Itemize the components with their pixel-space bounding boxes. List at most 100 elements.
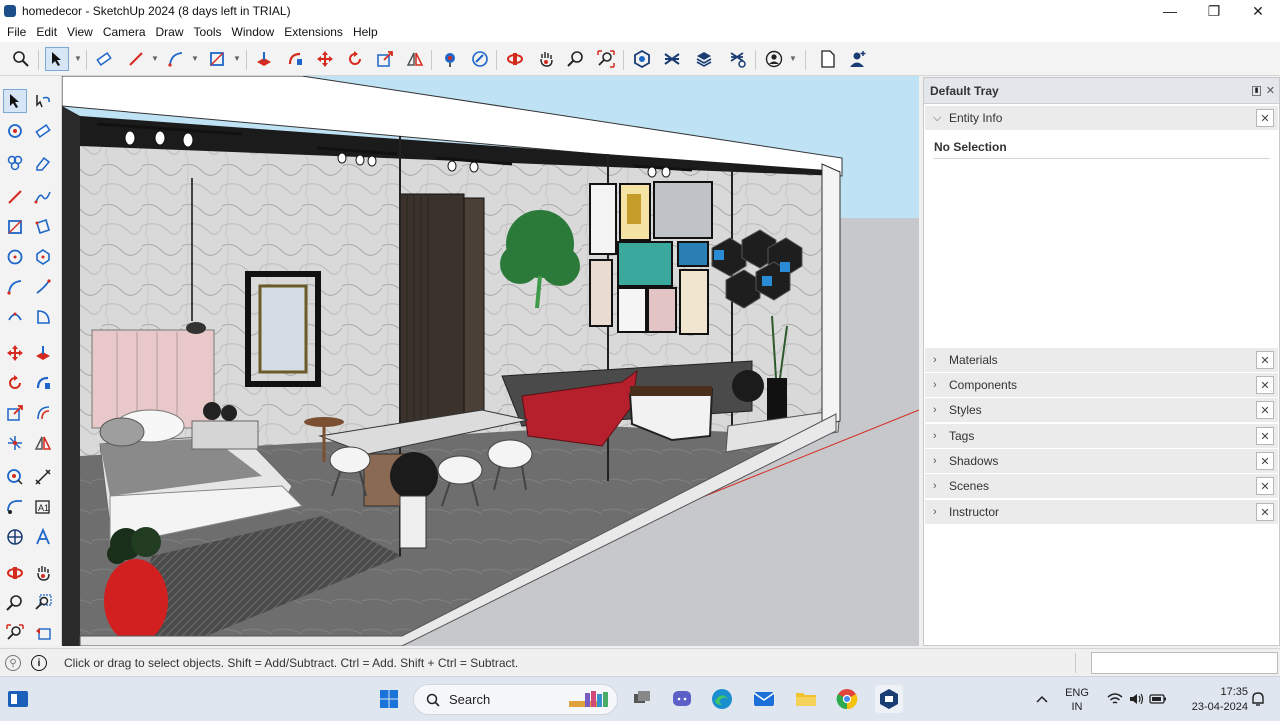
measurements-box[interactable] [1091,652,1278,674]
close-panel-button[interactable]: ✕ [1256,109,1274,127]
teams-chat-icon[interactable] [668,685,696,713]
menu-camera[interactable]: Camera [98,25,151,39]
task-view-icon[interactable] [628,685,656,713]
eraser-icon[interactable] [31,119,55,143]
follow-me-tool-icon[interactable] [283,47,307,71]
close-icon[interactable]: ✕ [1266,84,1275,97]
input-language[interactable]: ENG IN [1060,686,1094,714]
account-icon[interactable] [762,47,786,71]
menu-tools[interactable]: Tools [189,25,227,39]
rotate-tool-icon[interactable] [343,47,367,71]
pie-icon[interactable] [31,305,55,329]
close-panel-button[interactable]: ✕ [1256,401,1274,419]
arc-dropdown-chevron-icon[interactable]: ▼ [191,47,199,71]
search-tool-icon[interactable] [9,47,33,71]
follow-me-icon[interactable] [31,371,55,395]
menu-extensions[interactable]: Extensions [279,25,348,39]
previous-view-icon[interactable] [31,621,55,645]
pin-icon[interactable]: ▮ [1252,86,1261,96]
two-point-arc-icon[interactable] [31,275,55,299]
rectangle-tool-icon[interactable] [205,47,229,71]
select-tool-icon[interactable] [45,47,69,71]
position-texture-icon[interactable] [3,431,27,455]
taskbar-search[interactable]: Search [413,684,618,715]
push-pull-icon[interactable] [31,341,55,365]
geo-location-icon[interactable]: ⚲ [5,655,21,671]
select-dropdown-chevron-icon[interactable]: ▼ [74,47,82,71]
components-panel-header[interactable]: › Components ✕ [925,373,1278,397]
component-icon[interactable] [3,151,27,175]
chrome-browser-icon[interactable] [833,685,861,713]
close-panel-button[interactable]: ✕ [1256,503,1274,521]
three-point-arc-icon[interactable] [3,305,27,329]
model-viewport[interactable] [62,76,919,646]
system-clock[interactable]: 17:35 23-04-2024 [1176,685,1248,715]
materials-panel-header[interactable]: › Materials ✕ [925,348,1278,372]
scale-tool-icon[interactable] [373,47,397,71]
arc-tool-icon[interactable] [164,47,188,71]
windows-start-icon[interactable] [375,685,403,713]
dimension-icon[interactable] [31,465,55,489]
battery-icon[interactable] [1144,685,1172,713]
menu-file[interactable]: File [2,25,31,39]
line-dropdown-chevron-icon[interactable]: ▼ [151,47,159,71]
line-tool-icon[interactable] [124,47,148,71]
close-panel-button[interactable]: ✕ [1256,376,1274,394]
arc-icon[interactable] [3,275,27,299]
file-explorer-icon[interactable] [792,685,820,713]
axes-icon[interactable] [3,525,27,549]
scenes-panel-header[interactable]: › Scenes ✕ [925,474,1278,498]
zoom-tool-icon[interactable] [564,47,588,71]
menu-edit[interactable]: Edit [31,25,62,39]
menu-window[interactable]: Window [227,25,280,39]
sketchup-taskbar-icon[interactable] [875,685,903,713]
tags-panel-header[interactable]: › Tags ✕ [925,424,1278,448]
add-user-icon[interactable] [846,47,870,71]
extension-manager-icon[interactable] [726,47,750,71]
close-panel-button[interactable]: ✕ [1256,351,1274,369]
rotate-icon[interactable] [3,371,27,395]
flip-tool-icon[interactable] [403,47,427,71]
move-tool-icon[interactable] [313,47,337,71]
info-icon[interactable]: i [31,655,47,671]
paint-bucket-icon[interactable] [3,119,27,143]
push-pull-tool-icon[interactable] [252,47,276,71]
warehouse-icon[interactable] [630,47,654,71]
close-window-button[interactable]: ✕ [1236,0,1280,22]
rectangle-icon[interactable] [3,215,27,239]
shape-dropdown-chevron-icon[interactable]: ▼ [233,47,241,71]
3d-text-icon[interactable] [31,525,55,549]
zoom-window-icon[interactable] [31,591,55,615]
text-tool-icon[interactable]: A1 [31,495,55,519]
select-tool-icon[interactable] [3,89,27,113]
freehand-icon[interactable] [31,185,55,209]
tape-measure-icon[interactable] [3,465,27,489]
close-panel-button[interactable]: ✕ [1256,427,1274,445]
shadows-panel-header[interactable]: › Shadows ✕ [925,449,1278,473]
menu-help[interactable]: Help [348,25,383,39]
rotated-rectangle-icon[interactable] [31,215,55,239]
pan-tool-icon[interactable] [534,47,558,71]
edge-browser-icon[interactable] [708,685,736,713]
instructor-panel-header[interactable]: › Instructor ✕ [925,500,1278,524]
close-panel-button[interactable]: ✕ [1256,477,1274,495]
zoom-icon[interactable] [3,591,27,615]
pencil-icon[interactable] [3,185,27,209]
lasso-select-icon[interactable] [31,89,55,113]
hidden-icons-chevron-icon[interactable] [1028,685,1056,713]
account-dropdown-chevron-icon[interactable]: ▼ [789,47,797,71]
move-icon[interactable] [3,341,27,365]
new-document-icon[interactable] [816,47,840,71]
extension-warehouse-icon[interactable] [660,47,684,71]
circle-icon[interactable] [3,245,27,269]
styles-panel-header[interactable]: › Styles ✕ [925,398,1278,422]
restore-button[interactable]: ❐ [1192,0,1236,22]
close-panel-button[interactable]: ✕ [1256,452,1274,470]
flip-icon[interactable] [31,431,55,455]
menu-draw[interactable]: Draw [151,25,189,39]
polygon-icon[interactable] [31,245,55,269]
menu-view[interactable]: View [62,25,98,39]
orbit-tool-icon[interactable] [503,47,527,71]
layers-stack-icon[interactable] [692,47,716,71]
tag-eraser-icon[interactable] [31,151,55,175]
